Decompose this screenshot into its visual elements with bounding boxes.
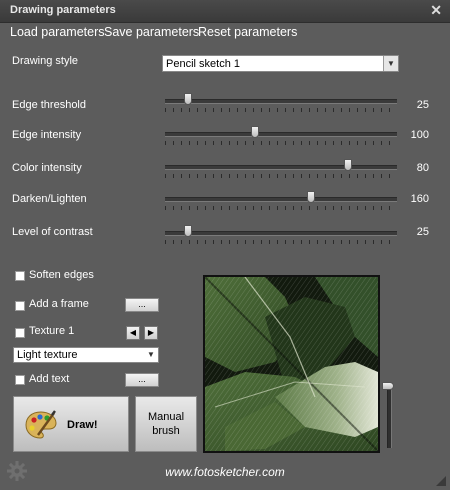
slider-label-edge-intensity: Edge intensity (12, 129, 82, 141)
menu-bar: Load parameters Save parameters Reset pa… (0, 22, 450, 44)
slider-label-edge-threshold: Edge threshold (12, 99, 86, 111)
slider-label-darken-lighten: Darken/Lighten (12, 193, 87, 205)
add-frame-checkbox[interactable] (15, 301, 25, 311)
texture-prev-icon[interactable]: ◀ (126, 326, 140, 340)
slider-track (165, 132, 397, 137)
frame-options-button[interactable]: ... (125, 298, 159, 312)
palette-icon (25, 410, 57, 439)
add-text-label: Add text (29, 373, 70, 385)
color-intensity-slider[interactable] (165, 159, 399, 182)
title-bar: Drawing parameters ✕ (0, 0, 450, 23)
manual-brush-label-line2: brush (152, 425, 180, 437)
zoom-slider-track (387, 386, 392, 448)
menu-save-parameters[interactable]: Save parameters (104, 25, 199, 39)
slider-track (165, 165, 397, 170)
slider-value-level-of-contrast: 25 (416, 226, 429, 238)
slider-ticks (165, 108, 397, 112)
chevron-down-icon: ▼ (383, 56, 398, 71)
window-title: Drawing parameters (10, 4, 116, 16)
resize-grip-icon[interactable] (436, 476, 446, 486)
preview-zoom-slider[interactable] (382, 382, 396, 450)
website-link[interactable]: www.fotosketcher.com (0, 465, 450, 479)
text-options-button[interactable]: ... (125, 373, 159, 387)
slider-value-darken-lighten: 160 (410, 193, 429, 205)
add-text-checkbox[interactable] (15, 375, 25, 385)
slider-label-level-of-contrast: Level of contrast (12, 226, 93, 238)
slider-ticks (165, 174, 397, 178)
slider-value-edge-intensity: 100 (410, 129, 429, 141)
soften-edges-label: Soften edges (29, 269, 94, 281)
slider-thumb[interactable] (344, 159, 353, 171)
slider-ticks (165, 141, 397, 145)
edge-intensity-slider[interactable] (165, 126, 399, 149)
soften-edges-checkbox[interactable] (15, 271, 25, 281)
texture-checkbox[interactable] (15, 328, 25, 338)
close-icon[interactable]: ✕ (430, 2, 442, 19)
zoom-slider-thumb[interactable] (382, 382, 394, 390)
slider-value-color-intensity: 80 (416, 162, 429, 174)
slider-label-color-intensity: Color intensity (12, 162, 82, 174)
texture-next-icon[interactable]: ▶ (144, 326, 158, 340)
slider-thumb[interactable] (307, 191, 316, 203)
manual-brush-label-line1: Manual (147, 411, 185, 423)
draw-button[interactable]: Draw! (13, 396, 129, 452)
drawing-style-value: Pencil sketch 1 (166, 58, 240, 70)
level-of-contrast-slider[interactable] (165, 225, 399, 248)
texture-type-value: Light texture (17, 349, 78, 361)
preview-image (203, 275, 380, 453)
slider-ticks (165, 206, 397, 210)
slider-track (165, 197, 397, 202)
chevron-down-icon: ▼ (144, 348, 158, 362)
draw-button-label: Draw! (67, 419, 98, 431)
slider-thumb[interactable] (184, 93, 193, 105)
menu-reset-parameters[interactable]: Reset parameters (198, 25, 297, 39)
slider-ticks (165, 240, 397, 244)
slider-track (165, 99, 397, 104)
darken-lighten-slider[interactable] (165, 191, 399, 214)
texture-type-select[interactable]: Light texture ▼ (13, 347, 159, 363)
texture-label: Texture 1 (29, 325, 75, 337)
drawing-style-select[interactable]: Pencil sketch 1 ▼ (162, 55, 399, 72)
menu-load-parameters[interactable]: Load parameters (10, 25, 105, 39)
add-frame-label: Add a frame (29, 298, 89, 310)
drawing-style-label: Drawing style (12, 55, 79, 67)
edge-threshold-slider[interactable] (165, 93, 399, 116)
manual-brush-button[interactable]: Manual brush (135, 396, 197, 452)
slider-thumb[interactable] (184, 225, 193, 237)
slider-value-edge-threshold: 25 (416, 99, 429, 111)
slider-track (165, 231, 397, 236)
slider-thumb[interactable] (251, 126, 260, 138)
